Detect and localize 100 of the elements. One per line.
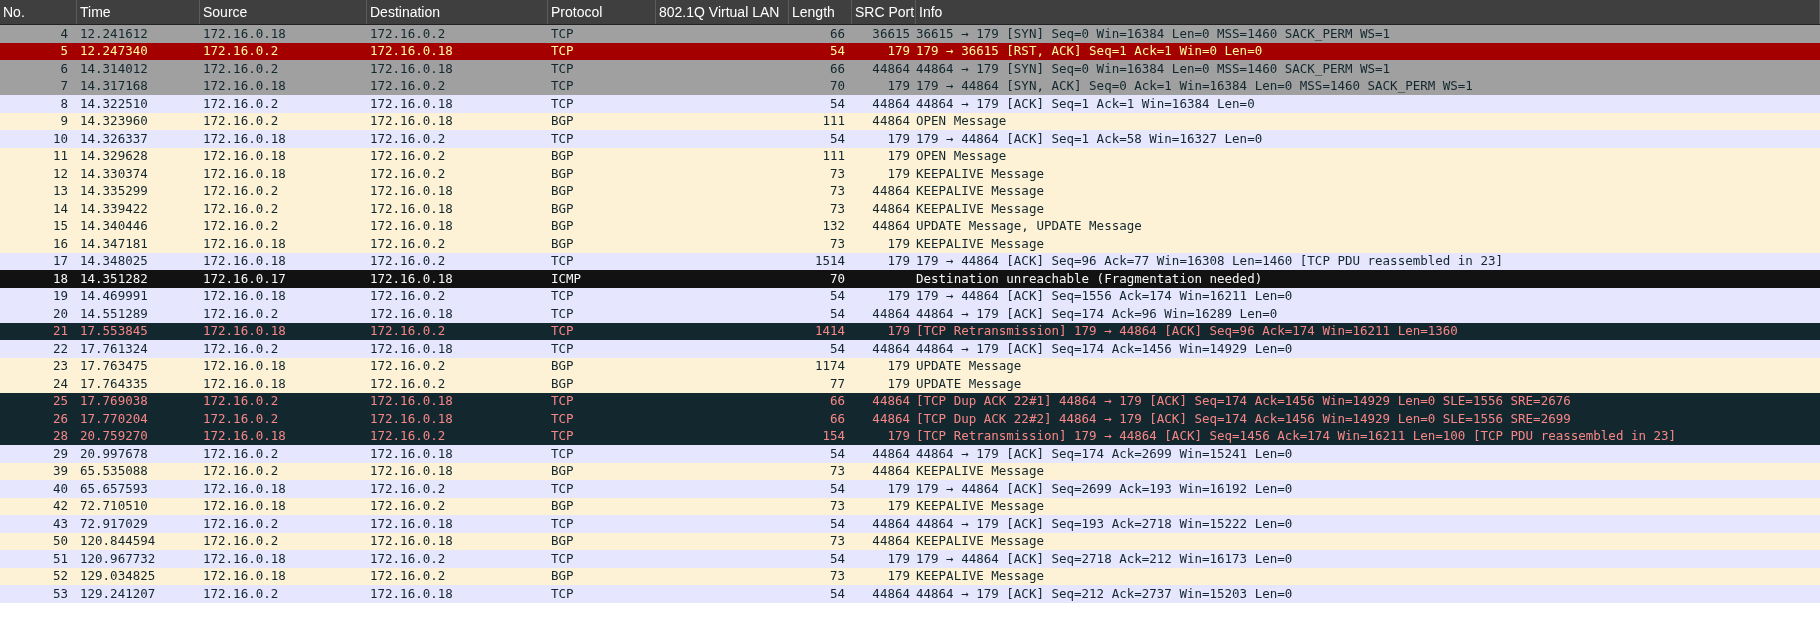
table-cell-text: 40	[51, 482, 68, 495]
table-cell-text: 172.16.0.18	[369, 115, 454, 128]
packet-row[interactable]: 18 14.351282 172.16.0.17 172.16.0.18 ICMP 70 Destination unreachable (Fragmentation needed)	[0, 270, 1820, 288]
table-cell-text: TCP	[550, 27, 575, 40]
table-cell-text: 17.769038	[79, 395, 149, 408]
table-cell-text: 8	[59, 97, 68, 110]
table-cell: 179	[887, 45, 910, 58]
table-cell-text: 44864 → 179 [ACK] Seq=193 Ack=2718 Win=15222 Len=0	[915, 517, 1293, 530]
table-cell-text: 179 → 44864 [SYN, ACK] Seq=0 Ack=1 Win=16384 Len=0 MSS=1460 SACK_PERM WS=1	[915, 80, 1473, 93]
table-cell: 179	[887, 552, 910, 565]
table-cell-text: 172.16.0.18	[202, 430, 287, 443]
table-cell-text: 172.16.0.18	[369, 202, 454, 215]
table-cell-text: 51	[51, 552, 68, 565]
table-cell-text: 19	[51, 290, 68, 303]
column-header[interactable]: No.	[0, 0, 77, 24]
table-cell: 44864	[872, 185, 910, 198]
packet-row[interactable]: 22 17.761324 172.16.0.2 172.16.0.18 TCP 54 44864 44864 → 179 [ACK] Seq=174 Ack=1456 Win=14929 Len=0	[0, 340, 1820, 358]
table-cell-text: 6	[59, 62, 68, 75]
table-cell-text: 179 → 44864 [ACK] Seq=2718 Ack=212 Win=16173 Len=0	[915, 552, 1293, 565]
column-header[interactable]: SRC Port	[852, 0, 916, 24]
table-cell-text: 14.322510	[79, 97, 149, 110]
table-cell-text: 179 → 44864 [ACK] Seq=2699 Ack=193 Win=16192 Len=0	[915, 482, 1293, 495]
table-cell-text: 21	[51, 325, 68, 338]
packet-row[interactable]: 26 17.770204 172.16.0.2 172.16.0.18 TCP 66 44864 [TCP Dup ACK 22#2] 44864 → 179 [ACK] Seq=174 Ack=1456 Win=14929 Len=0 SLE=1556 SRE=2699	[0, 410, 1820, 428]
packet-row[interactable]: 16 14.347181 172.16.0.18 172.16.0.2 BGP 73 179 KEEPALIVE Message	[0, 235, 1820, 253]
table-cell-text: 65.657593	[79, 482, 149, 495]
table-cell-text: TCP	[550, 45, 575, 58]
packet-row[interactable]: 10 14.326337 172.16.0.18 172.16.0.2 TCP 54 179 179 → 44864 [ACK] Seq=1 Ack=58 Win=16327 Len=0	[0, 130, 1820, 148]
table-cell-text: 77	[828, 377, 845, 390]
table-cell-text: 4	[59, 27, 68, 40]
column-header[interactable]: 802.1Q Virtual LAN	[656, 0, 789, 24]
table-cell-text: TCP	[550, 62, 575, 75]
column-header[interactable]: Destination	[367, 0, 548, 24]
table-cell: 44864	[872, 97, 910, 110]
column-header[interactable]: Time	[77, 0, 200, 24]
table-cell-text: OPEN Message	[915, 150, 1007, 163]
table-cell-text: 54	[828, 587, 845, 600]
table-cell-text: BGP	[550, 167, 575, 180]
table-cell-text: 172.16.0.18	[369, 185, 454, 198]
table-cell-text: 179 → 44864 [ACK] Seq=1556 Ack=174 Win=16211 Len=0	[915, 290, 1293, 303]
table-cell-text: KEEPALIVE Message	[915, 500, 1044, 513]
table-cell: 179	[887, 255, 910, 268]
table-cell-text: KEEPALIVE Message	[915, 202, 1044, 215]
packet-row[interactable]: 4 12.241612 172.16.0.18 172.16.0.2 TCP 66 36615 36615 → 179 [SYN] Seq=0 Win=16384 Len=0 MSS=1460 SACK_PERM WS=1	[0, 25, 1820, 43]
table-cell-text: 172.16.0.2	[369, 430, 447, 443]
table-cell-text: 172.16.0.2	[202, 45, 280, 58]
table-cell-text: 11	[51, 150, 68, 163]
column-header[interactable]: Source	[200, 0, 367, 24]
table-cell-text: 54	[828, 290, 845, 303]
packet-row[interactable]: 40 65.657593 172.16.0.18 172.16.0.2 TCP 54 179 179 → 44864 [ACK] Seq=2699 Ack=193 Win=16192 Len=0	[0, 480, 1820, 498]
table-cell-text: 172.16.0.2	[369, 255, 447, 268]
table-cell-text: 172.16.0.18	[202, 570, 287, 583]
table-cell-text: 172.16.0.18	[369, 45, 454, 58]
packet-row[interactable]: 51 120.967732 172.16.0.18 172.16.0.2 TCP 54 179 179 → 44864 [ACK] Seq=2718 Ack=212 Win=16173 Len=0	[0, 550, 1820, 568]
table-cell: 44864	[872, 62, 910, 75]
packet-row[interactable]: 6 14.314012 172.16.0.2 172.16.0.18 TCP 66 44864 44864 → 179 [SYN] Seq=0 Win=16384 Len=0 MSS=1460 SACK_PERM WS=1	[0, 60, 1820, 78]
table-cell-text: 14.314012	[79, 62, 149, 75]
table-cell-text: 70	[828, 80, 845, 93]
packet-row[interactable]: 20 14.551289 172.16.0.2 172.16.0.18 TCP 54 44864 44864 → 179 [ACK] Seq=174 Ack=96 Win=16289 Len=0	[0, 305, 1820, 323]
table-cell: 179	[887, 80, 910, 93]
table-cell-text: 172.16.0.18	[369, 395, 454, 408]
packet-row[interactable]: 8 14.322510 172.16.0.2 172.16.0.18 TCP 54 44864 44864 → 179 [ACK] Seq=1 Ack=1 Win=16384 Len=0	[0, 95, 1820, 113]
table-cell-text: 1414	[813, 325, 845, 338]
table-cell-text: 172.16.0.2	[369, 132, 447, 145]
table-cell-text: 22	[51, 342, 68, 355]
packet-row[interactable]: 29 20.997678 172.16.0.2 172.16.0.18 TCP 54 44864 44864 → 179 [ACK] Seq=174 Ack=2699 Win=15241 Len=0	[0, 445, 1820, 463]
table-cell-text: 172.16.0.2	[369, 80, 447, 93]
table-cell-text: 14.348025	[79, 255, 149, 268]
table-cell-text: 14.329628	[79, 150, 149, 163]
table-cell-text: 172.16.0.2	[369, 552, 447, 565]
table-cell-text: [TCP Retransmission] 179 → 44864 [ACK] Seq=1456 Ack=174 Win=16211 Len=100 [TCP PDU reassembled in 23]	[915, 430, 1677, 443]
table-cell-text: 172.16.0.18	[202, 552, 287, 565]
table-cell-text: 72.917029	[79, 517, 149, 530]
table-cell-text: 14	[51, 202, 68, 215]
table-cell-text: KEEPALIVE Message	[915, 167, 1044, 180]
table-cell-text: TCP	[550, 132, 575, 145]
table-cell-text: TCP	[550, 307, 575, 320]
packet-row[interactable]: 12 14.330374 172.16.0.18 172.16.0.2 BGP 73 179 KEEPALIVE Message	[0, 165, 1820, 183]
column-header[interactable]: Info	[916, 0, 1820, 24]
table-cell-text: KEEPALIVE Message	[915, 570, 1044, 583]
table-cell-text: 172.16.0.2	[202, 587, 280, 600]
column-header[interactable]: Length	[789, 0, 852, 24]
table-cell-text: 25	[51, 395, 68, 408]
packet-row[interactable]: 24 17.764335 172.16.0.18 172.16.0.2 BGP 77 179 UPDATE Message	[0, 375, 1820, 393]
table-cell-text: 17.763475	[79, 360, 149, 373]
table-cell-text: 24	[51, 377, 68, 390]
packet-row[interactable]: 14 14.339422 172.16.0.2 172.16.0.18 BGP 73 44864 KEEPALIVE Message	[0, 200, 1820, 218]
table-cell-text: 172.16.0.2	[369, 360, 447, 373]
table-cell-text: 50	[51, 535, 68, 548]
table-cell-text: 12	[51, 167, 68, 180]
table-cell-text: 172.16.0.18	[369, 465, 454, 478]
table-cell-text: 172.16.0.18	[202, 132, 287, 145]
table-cell-text: 172.16.0.2	[202, 97, 280, 110]
table-cell-text: BGP	[550, 237, 575, 250]
column-header[interactable]: Protocol	[548, 0, 656, 24]
table-cell-text: TCP	[550, 97, 575, 110]
packet-row[interactable]: 53 129.241207 172.16.0.2 172.16.0.18 TCP 54 44864 44864 → 179 [ACK] Seq=212 Ack=2737 Win=15203 Len=0	[0, 585, 1820, 603]
table-cell: 44864	[872, 115, 910, 128]
table-cell-text: 172.16.0.2	[202, 412, 280, 425]
packet-row[interactable]: 43 72.917029 172.16.0.2 172.16.0.18 TCP 54 44864 44864 → 179 [ACK] Seq=193 Ack=2718 Win=15222 Len=0	[0, 515, 1820, 533]
